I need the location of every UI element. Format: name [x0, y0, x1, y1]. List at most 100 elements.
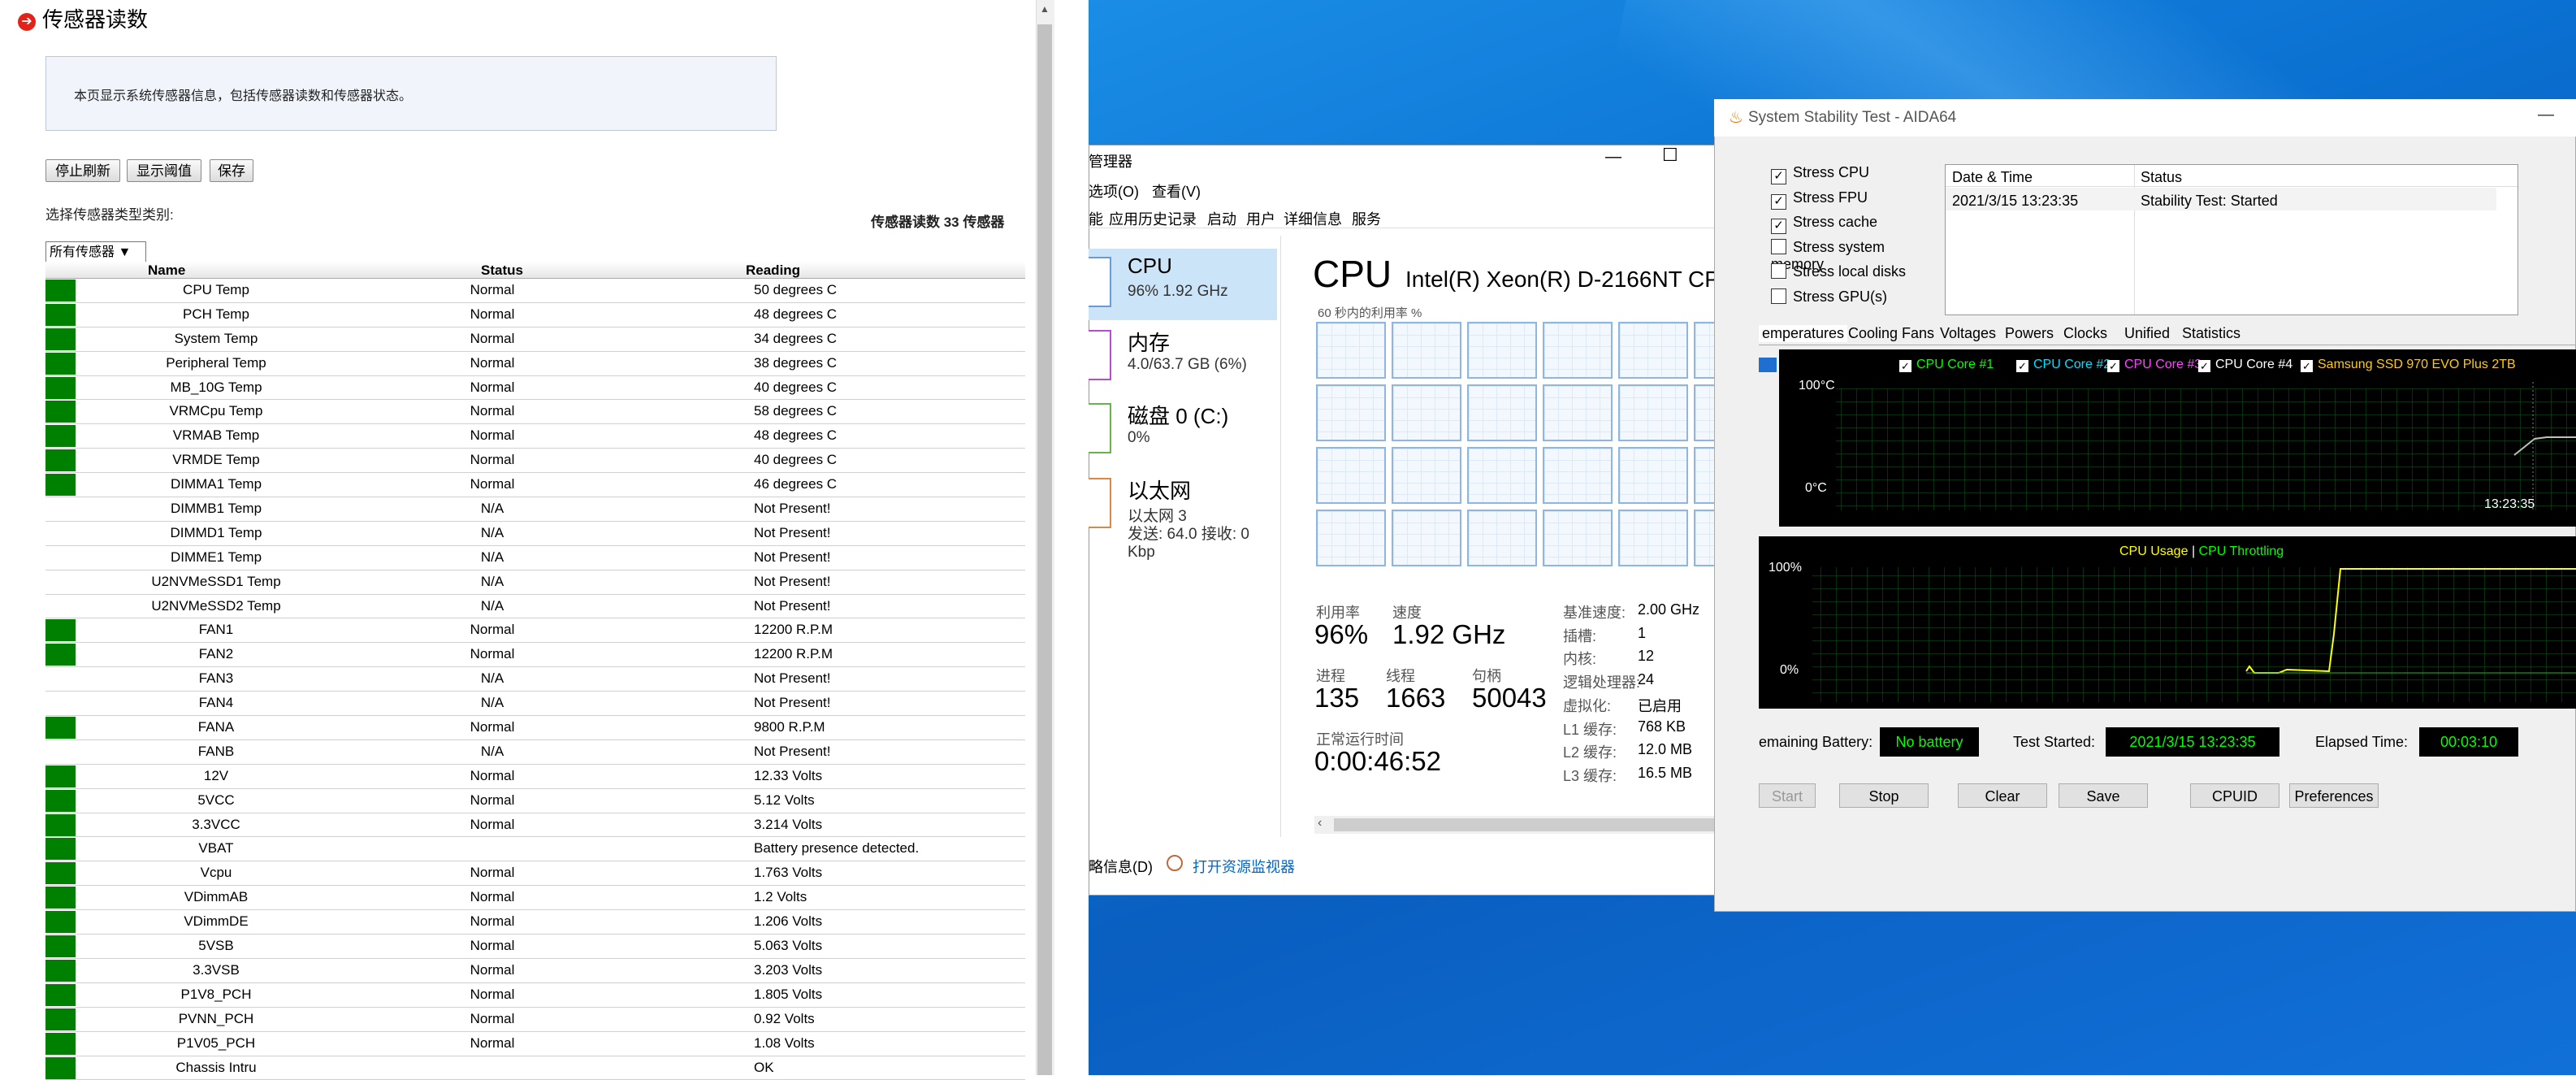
show-threshold-button[interactable]: 显示阈值	[127, 159, 201, 182]
save-button[interactable]: Save	[2059, 783, 2148, 808]
tab-startup[interactable]: 启动	[1207, 208, 1236, 229]
core-graph	[1543, 447, 1613, 504]
stress-checkbox-label: Stress local disks	[1793, 263, 1906, 280]
legend-item[interactable]: ✓CPU Core #2	[2016, 358, 2111, 372]
sensor-name: VBAT	[94, 840, 338, 857]
tab-temperatures[interactable]: emperatures	[1759, 325, 1847, 342]
checkmark-icon[interactable]: ✓	[1899, 360, 1911, 372]
horizontal-scroll-thumb[interactable]	[1334, 818, 1737, 831]
checkbox-icon[interactable]	[1771, 239, 1786, 254]
scroll-up-icon[interactable]: ▲	[1040, 3, 1050, 15]
tab-performance[interactable]: 能	[1089, 208, 1103, 229]
tab-voltages[interactable]: Voltages	[1940, 325, 1996, 342]
preferences-button[interactable]: Preferences	[2289, 783, 2379, 808]
col-status: Status	[481, 262, 523, 279]
tab-details[interactable]: 详细信息	[1284, 208, 1342, 229]
table-row: MB_10G TempNormal40 degrees C	[45, 376, 1025, 401]
tab-services[interactable]: 服务	[1352, 208, 1381, 229]
start-button[interactable]: Start	[1759, 783, 1816, 808]
stress-checkbox[interactable]: ✓ Stress FPU	[1771, 189, 1868, 210]
sensor-name: VDimmDE	[94, 913, 338, 930]
sensor-type-select[interactable]: 所有传感器 ▼	[45, 241, 146, 262]
checkbox-icon[interactable]	[1771, 263, 1786, 279]
sidebar-item-memory[interactable]: 内存 4.0/63.7 GB (6%)	[1089, 322, 1277, 393]
checkmark-icon[interactable]: ✓	[2016, 360, 2028, 372]
menu-options[interactable]: 选项(O)	[1089, 180, 1139, 202]
tab-unified[interactable]: Unified	[2124, 325, 2170, 342]
open-resource-monitor-link[interactable]: 打开资源监视器	[1193, 856, 1295, 877]
sensor-name: FANA	[94, 719, 338, 735]
table-row: DIMME1 TempN/ANot Present!	[45, 546, 1025, 570]
stress-checkbox[interactable]: ✓Stress cache	[1771, 214, 1877, 234]
maximize-icon[interactable]: ☐	[1662, 145, 1678, 166]
stress-checkbox[interactable]: ✓Stress CPU	[1771, 164, 1869, 184]
checkbox-icon[interactable]	[1771, 288, 1786, 304]
checkmark-icon[interactable]: ✓	[1771, 219, 1786, 234]
sidebar-memory-name: 内存	[1128, 327, 1170, 357]
sensor-name: DIMMA1 Temp	[94, 476, 338, 492]
minimize-icon[interactable]: —	[2538, 106, 2554, 124]
cpu-heading: CPU	[1313, 252, 1392, 296]
sensor-reading: 1.763 Volts	[754, 865, 822, 881]
checkmark-icon[interactable]: ✓	[1771, 169, 1786, 184]
graph1-ytop: 100°C	[1799, 379, 1835, 393]
sensor-reading: 1.206 Volts	[754, 913, 822, 930]
info-box: 本页显示系统传感器信息，包括传感器读数和传感器状态。	[45, 56, 777, 131]
legend-item[interactable]: ✓Samsung SSD 970 EVO Plus 2TB	[2301, 358, 2516, 372]
checkmark-icon[interactable]: ✓	[2198, 360, 2210, 372]
menu-view[interactable]: 查看(V)	[1152, 180, 1201, 202]
sensor-status: Normal	[423, 331, 561, 347]
tab-powers[interactable]: Powers	[2005, 325, 2054, 342]
scroll-left-icon[interactable]: ‹	[1318, 816, 1322, 831]
stress-checkbox[interactable]: Stress GPU(s)	[1771, 288, 1887, 306]
legend-item[interactable]: ✓CPU Core #1	[1899, 358, 1994, 372]
tab-statistics[interactable]: Statistics	[2182, 325, 2240, 342]
detail-key: 基准速度:	[1563, 601, 1626, 622]
sidebar-ethernet-name: 以太网	[1128, 475, 1191, 505]
stop-refresh-button[interactable]: 停止刷新	[45, 159, 120, 182]
sidebar-divider	[1280, 236, 1281, 837]
tab-cooling-fans[interactable]: Cooling Fans	[1848, 325, 1934, 342]
stop-button[interactable]: Stop	[1839, 783, 1929, 808]
scrollbar-thumb[interactable]	[1037, 24, 1052, 1075]
core-graph	[1392, 447, 1461, 504]
save-button[interactable]: 保存	[210, 159, 253, 182]
aida64-title: System Stability Test - AIDA64	[1748, 109, 1956, 127]
sensor-reading: 12.33 Volts	[754, 768, 822, 784]
sensor-name: PVNN_PCH	[94, 1011, 338, 1027]
detail-value: 12.0 MB	[1638, 741, 1692, 758]
detail-value: 16.5 MB	[1638, 765, 1692, 782]
table-row: Chassis IntruOK	[45, 1056, 1025, 1080]
sidebar-item-cpu[interactable]: CPU 96% 1.92 GHz	[1089, 249, 1277, 320]
stress-checkbox-label: Stress FPU	[1793, 189, 1868, 206]
fewer-details-link[interactable]: 略信息(D)	[1089, 856, 1153, 877]
checkmark-icon[interactable]: ✓	[2107, 360, 2119, 372]
minimize-icon[interactable]: —	[1605, 148, 1621, 167]
checkmark-icon[interactable]: ✓	[2301, 360, 2313, 372]
sidebar-item-ethernet[interactable]: 以太网 以太网 3 发送: 64.0 接收: 0 Kbp	[1089, 470, 1277, 541]
table-row: Peripheral TempNormal38 degrees C	[45, 352, 1025, 376]
core-graph	[1543, 322, 1613, 379]
cpuid-button[interactable]: CPUID	[2190, 783, 2279, 808]
clear-button[interactable]: Clear	[1958, 783, 2047, 808]
sidebar-ethernet-rate: 发送: 64.0 接收: 0 Kbp	[1128, 522, 1277, 562]
graph2-title: CPU Usage | CPU Throttling	[2119, 544, 2284, 559]
legend-item[interactable]: ✓CPU Core #4	[2198, 358, 2292, 372]
checkmark-icon[interactable]: ✓	[1771, 194, 1786, 210]
table-row: 3.3VCCNormal3.214 Volts	[45, 813, 1025, 838]
sensor-reading: 58 degrees C	[754, 403, 837, 419]
sensor-name: FAN2	[94, 646, 338, 662]
sensor-type-label: 选择传感器类型类别:	[45, 203, 174, 223]
tab-clocks[interactable]: Clocks	[2063, 325, 2107, 342]
table-row: VRMAB TempNormal48 degrees C	[45, 424, 1025, 449]
tab-users[interactable]: 用户	[1246, 208, 1275, 229]
tab-app-history[interactable]: 应用历史记录	[1109, 208, 1197, 229]
graph2-ytop: 100%	[1769, 561, 1802, 575]
stress-checkbox[interactable]: Stress local disks	[1771, 263, 1906, 280]
sidebar-item-disk[interactable]: 磁盘 0 (C:) 0%	[1089, 395, 1277, 466]
table-row: U2NVMeSSD1 TempN/ANot Present!	[45, 570, 1025, 595]
legend-item[interactable]: ✓CPU Core #3	[2107, 358, 2202, 372]
status-indicator	[45, 911, 76, 933]
col-datetime: Date & Time	[1952, 169, 2033, 186]
table-row: 3.3VSBNormal3.203 Volts	[45, 959, 1025, 983]
